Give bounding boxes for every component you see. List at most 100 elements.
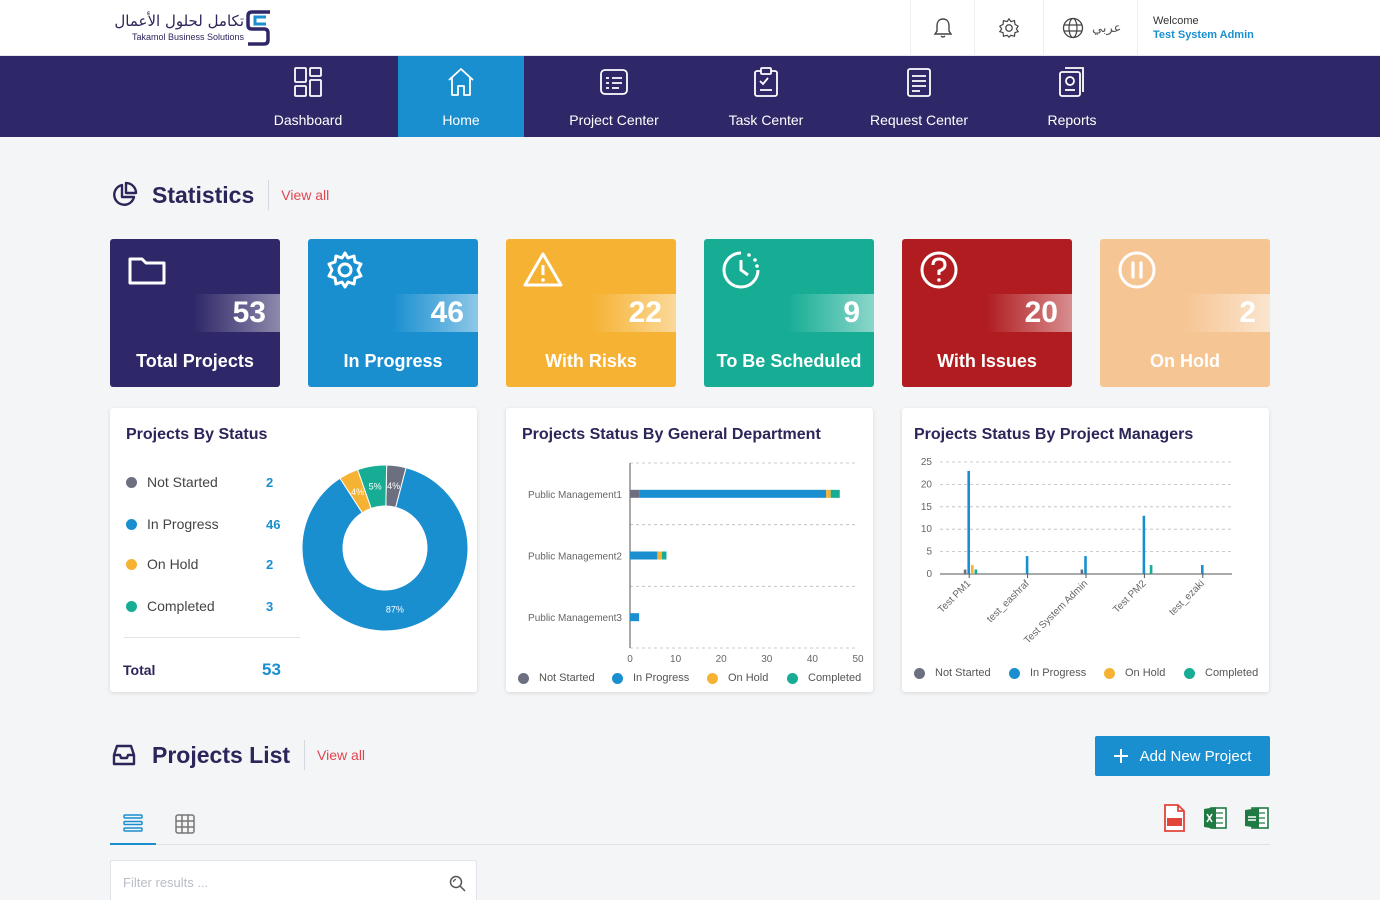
legend-completed: Completed [1184, 667, 1258, 679]
export-csv-button[interactable] [1244, 805, 1270, 836]
managers-bar-chart: 0 5 10 15 20 25 Test PM1 test_eashrafTest Syste… [921, 457, 1232, 646]
bar-not-started[interactable] [630, 489, 640, 498]
bar-not-started[interactable] [1080, 569, 1084, 574]
task-center-icon [754, 67, 778, 97]
bar-completed[interactable] [830, 489, 840, 498]
x-tick-label: 20 [716, 654, 728, 665]
legend-label: Completed [1205, 667, 1259, 679]
nav-label: Task Center [728, 112, 804, 128]
bar-on-hold[interactable] [971, 565, 974, 574]
status-label: Completed [147, 598, 215, 614]
nav-label: Reports [1047, 112, 1097, 128]
grid-view-icon [175, 813, 195, 834]
status-count: 2 [266, 556, 274, 572]
statistics-view-all-link[interactable]: View all [281, 187, 329, 203]
bar-in-progress[interactable] [1025, 556, 1029, 574]
plus-icon [1113, 749, 1128, 763]
bar-not-started[interactable] [963, 569, 967, 574]
dashboard-icon [294, 67, 322, 97]
legend-dot [1184, 667, 1195, 679]
stat-card-in-progress[interactable]: 46 In Progress [308, 239, 478, 387]
legend-dot [1009, 667, 1020, 679]
bar-in-progress[interactable] [639, 489, 827, 498]
status-count: 46 [266, 516, 281, 532]
stat-value: 20 [1024, 296, 1058, 329]
bar-completed[interactable] [974, 569, 978, 574]
status-donut-chart: 4% 87% 4% 5% [301, 464, 469, 632]
stat-value: 22 [628, 296, 662, 329]
legend-label: Not Started [539, 672, 595, 684]
export-pdf-button[interactable] [1162, 804, 1186, 837]
legend-dot [914, 667, 925, 679]
bar-on-hold[interactable] [657, 551, 662, 560]
legend-dot [707, 672, 718, 684]
panel-title: Projects By Status [126, 426, 268, 443]
y-tick-label: 0 [926, 569, 932, 580]
x-tick-label: Test PM1 [936, 578, 974, 616]
settings-button[interactable] [974, 0, 1043, 56]
stat-card-with-issues[interactable]: 20 With Issues [902, 239, 1072, 387]
x-tick-label: 0 [627, 654, 633, 665]
stat-value: 2 [1239, 296, 1256, 329]
status-row-on-hold: On Hold 2 [126, 554, 286, 574]
bar-in-progress[interactable] [1084, 556, 1087, 574]
stat-label: With Issues [937, 351, 1037, 371]
stat-card-on-hold[interactable]: 2 On Hold [1100, 239, 1270, 387]
projects-list-view-all-link[interactable]: View all [317, 747, 365, 763]
stat-label: On Hold [1150, 351, 1220, 371]
brand-name-english: Takamol Business Solutions [131, 32, 244, 42]
stat-label: To Be Scheduled [716, 351, 862, 371]
list-view-toggle[interactable] [110, 802, 156, 845]
csv-icon [1245, 807, 1269, 829]
nav-home[interactable]: Home [398, 56, 524, 137]
stat-card-with-risks[interactable]: 22 With Risks [506, 239, 676, 387]
nav-reports[interactable]: Reports [1009, 56, 1135, 137]
bar-in-progress[interactable] [967, 470, 970, 574]
bar-in-progress[interactable] [630, 613, 640, 622]
stat-card-to-be-scheduled[interactable]: 9 To Be Scheduled [704, 239, 874, 387]
x-tick-label: test_ezaki [1167, 578, 1207, 618]
export-excel-button[interactable] [1203, 805, 1227, 836]
filter-placeholder: Filter results ... [123, 875, 209, 890]
bar-in-progress[interactable] [630, 551, 658, 560]
status-by-managers-panel: Projects Status By Project Managers 0 5 10… [902, 408, 1269, 692]
x-tick-label: 30 [761, 654, 773, 665]
filter-results-input[interactable]: Filter results ... [110, 860, 477, 900]
bar-in-progress[interactable] [1201, 565, 1204, 574]
stat-card-total-projects[interactable]: 53 Total Projects [110, 239, 280, 387]
stat-label: Total Projects [136, 351, 254, 371]
top-bar: تكامل لحلول الأعمال Takamol Business Sol… [0, 0, 1380, 56]
nav-task-center[interactable]: Task Center [703, 56, 829, 137]
add-new-project-label: Add New Project [1139, 747, 1252, 765]
bar-completed[interactable] [1149, 565, 1153, 574]
nav-label: Request Center [869, 112, 969, 128]
projects-list-header: Projects List View all [110, 740, 365, 770]
legend-label: Not Started [935, 667, 991, 679]
language-switch[interactable]: عربي [1043, 0, 1137, 56]
legend-in-progress: In Progress [1009, 667, 1086, 679]
brand-logo[interactable]: تكامل لحلول الأعمال Takamol Business Sol… [108, 8, 278, 50]
donut-slice-label: 4% [387, 481, 400, 491]
notifications-button[interactable] [910, 0, 974, 56]
logo-mark-icon [246, 10, 270, 46]
bar-in-progress[interactable] [1142, 515, 1146, 574]
statistics-title: Statistics [152, 181, 255, 208]
legend-label: On Hold [728, 672, 769, 684]
nav-project-center[interactable]: Project Center [551, 56, 677, 137]
legend-dot [1104, 667, 1115, 679]
add-new-project-button[interactable]: Add New Project [1095, 736, 1270, 776]
nav-label: Project Center [569, 112, 659, 128]
request-center-icon [907, 68, 931, 97]
pie-chart-icon [113, 181, 138, 206]
bar-on-hold[interactable] [826, 489, 831, 498]
user-welcome[interactable]: Welcome Test System Admin [1137, 0, 1380, 56]
divider [124, 637, 300, 638]
nav-request-center[interactable]: Request Center [856, 56, 982, 137]
legend-label: On Hold [1125, 667, 1166, 679]
grid-view-toggle[interactable] [162, 802, 208, 845]
reports-icon [1059, 67, 1084, 97]
bar-completed[interactable] [661, 551, 667, 560]
status-count: 2 [266, 474, 274, 490]
nav-dashboard[interactable]: Dashboard [245, 56, 371, 137]
y-tick-label: 25 [921, 457, 933, 468]
